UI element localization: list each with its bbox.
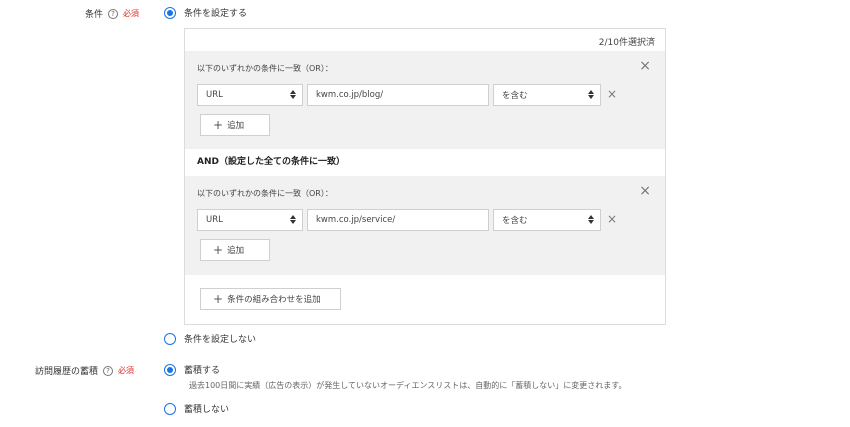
accumulate-off-option[interactable]: 蓄積しない bbox=[164, 402, 229, 415]
accumulate-off-label: 蓄積しない bbox=[184, 405, 230, 415]
type-select[interactable]: URL bbox=[197, 84, 303, 106]
operator-select-value: を含む bbox=[502, 91, 528, 101]
selection-counter: 2/10件選択済 bbox=[598, 38, 655, 48]
required-badge: 必須 bbox=[123, 9, 140, 18]
url-input-value: kwm.co.jp/blog/ bbox=[316, 90, 384, 100]
operator-select[interactable]: を含む bbox=[493, 209, 601, 231]
plus-icon: + bbox=[213, 292, 224, 306]
condition-label-row: 条件 ? 必須 bbox=[85, 7, 139, 20]
type-select[interactable]: URL bbox=[197, 209, 303, 231]
radio-unselected-icon[interactable] bbox=[164, 402, 176, 415]
accumulation-label-row: 訪問履歴の蓄積 ? 必須 bbox=[35, 364, 134, 377]
select-arrows-icon bbox=[588, 215, 594, 224]
type-select-value: URL bbox=[206, 215, 223, 225]
accumulate-on-label: 蓄積する bbox=[184, 366, 221, 376]
remove-row-icon[interactable]: × bbox=[607, 88, 617, 100]
condition-group: 以下のいずれかの条件に一致（OR）： × URL kwm.co.jp/servi… bbox=[185, 176, 665, 275]
plus-icon: + bbox=[213, 243, 224, 257]
select-arrows-icon bbox=[290, 215, 296, 224]
close-icon[interactable]: × bbox=[639, 59, 651, 73]
url-input[interactable]: kwm.co.jp/blog/ bbox=[307, 84, 489, 106]
condition-panel: 2/10件選択済 以下のいずれかの条件に一致（OR）： × URL kwm.co… bbox=[184, 28, 666, 325]
radio-selected-icon[interactable] bbox=[164, 6, 176, 19]
url-input[interactable]: kwm.co.jp/service/ bbox=[307, 209, 489, 231]
accumulation-label: 訪問履歴の蓄積 bbox=[35, 367, 99, 377]
type-select-value: URL bbox=[206, 90, 223, 100]
radio-unselected-icon[interactable] bbox=[164, 332, 176, 345]
remove-row-icon[interactable]: × bbox=[607, 213, 617, 225]
help-icon[interactable]: ? bbox=[108, 8, 119, 19]
required-badge: 必須 bbox=[118, 366, 135, 375]
and-separator: AND（設定した全ての条件に一致） bbox=[197, 157, 345, 167]
condition-label: 条件 bbox=[85, 10, 104, 20]
operator-select-value: を含む bbox=[502, 216, 528, 226]
add-combination-button[interactable]: + 条件の組み合わせを追加 bbox=[200, 288, 341, 310]
radio-selected-icon[interactable] bbox=[164, 363, 176, 376]
group-title: 以下のいずれかの条件に一致（OR）： bbox=[197, 189, 333, 198]
condition-set-label: 条件を設定する bbox=[184, 9, 248, 19]
group-title: 以下のいずれかの条件に一致（OR）： bbox=[197, 64, 333, 73]
condition-group: 以下のいずれかの条件に一致（OR）： × URL kwm.co.jp/blog/… bbox=[185, 51, 665, 149]
accumulate-on-option[interactable]: 蓄積する bbox=[164, 363, 220, 376]
add-condition-label: 追加 bbox=[227, 121, 245, 131]
accumulation-note: 過去100日間に実績（広告の表示）が発生していないオーディエンスリストは、自動的… bbox=[189, 381, 627, 390]
plus-icon: + bbox=[213, 118, 224, 132]
condition-unset-option[interactable]: 条件を設定しない bbox=[164, 332, 256, 345]
select-arrows-icon bbox=[290, 90, 296, 99]
help-icon[interactable]: ? bbox=[103, 365, 114, 376]
operator-select[interactable]: を含む bbox=[493, 84, 601, 106]
url-input-value: kwm.co.jp/service/ bbox=[316, 215, 396, 225]
condition-set-option[interactable]: 条件を設定する bbox=[164, 6, 247, 19]
close-icon[interactable]: × bbox=[639, 184, 651, 198]
add-combination-label: 条件の組み合わせを追加 bbox=[227, 295, 321, 305]
add-condition-button[interactable]: + 追加 bbox=[200, 114, 270, 136]
add-condition-button[interactable]: + 追加 bbox=[200, 239, 270, 261]
add-condition-label: 追加 bbox=[227, 246, 245, 256]
condition-unset-label: 条件を設定しない bbox=[184, 335, 257, 345]
select-arrows-icon bbox=[588, 90, 594, 99]
